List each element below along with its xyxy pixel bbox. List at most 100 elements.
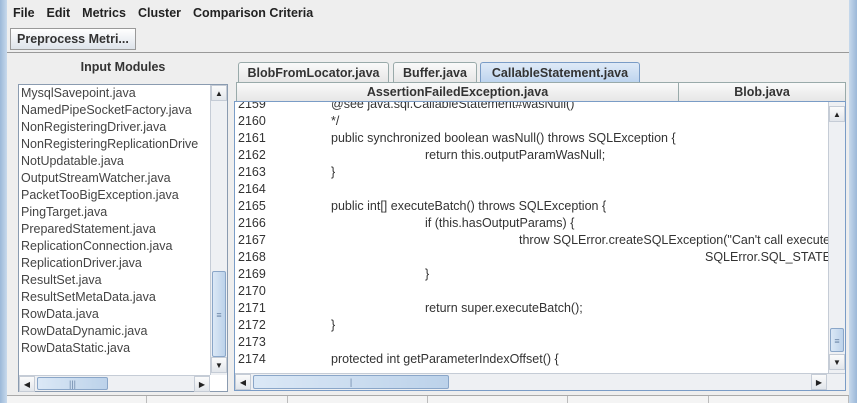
code-line: 2169} (235, 266, 828, 283)
code-text: @see java.sql.CallableStatement#wasNull(… (331, 102, 575, 111)
code-text: if (this.hasOutputParams) { (425, 216, 575, 230)
status-bar (7, 395, 849, 403)
line-number: 2161 (238, 131, 266, 145)
menu-cluster[interactable]: Cluster (138, 6, 181, 20)
code-line: 2159 @see java.sql.CallableStatement#was… (235, 102, 828, 113)
line-number: 2167 (238, 233, 266, 247)
line-number: 2168 (238, 250, 266, 264)
module-list-item[interactable]: RowData.java (19, 306, 211, 323)
code-text: public synchronized boolean wasNull() th… (331, 131, 676, 145)
code-line: 2168 SQLError.SQL_STATE_ILLEGAL_ARGUMENT)… (235, 249, 828, 266)
code-text: protected int getParameterIndexOffset() … (331, 352, 559, 366)
module-list-item[interactable]: RowDataDynamic.java (19, 323, 211, 340)
code-text: throw SQLError.createSQLException("Can't… (519, 233, 828, 247)
line-number: 2166 (238, 216, 266, 230)
line-number: 2170 (238, 284, 266, 298)
line-number: 2173 (238, 335, 266, 349)
menu-edit[interactable]: Edit (47, 6, 71, 20)
code-text: } (331, 165, 336, 179)
list-horizontal-scrollbar[interactable]: ◀ ||| ▶ (19, 375, 210, 392)
code-line: 2173 (235, 334, 828, 351)
line-number: 2160 (238, 114, 266, 128)
input-modules-list[interactable]: MysqlSavepoint.java NamedPipeSocketFactor… (18, 84, 228, 392)
status-cell (7, 396, 148, 403)
module-list-item[interactable]: NamedPipeSocketFactory.java (19, 102, 211, 119)
line-number: 2174 (238, 352, 266, 366)
code-line: 2164 (235, 181, 828, 198)
scroll-down-arrow-icon[interactable]: ▼ (211, 357, 227, 373)
scroll-thumb[interactable]: ≡ (830, 328, 844, 352)
module-list-item[interactable]: NonRegisteringDriver.java (19, 119, 211, 136)
line-number: 2163 (238, 165, 266, 179)
preprocess-metrics-button[interactable]: Preprocess Metri... (10, 28, 136, 50)
scroll-thumb[interactable]: | (253, 375, 449, 389)
code-line: 2174 protected int getParameterIndexOffse… (235, 351, 828, 368)
menu-metrics[interactable]: Metrics (82, 6, 126, 20)
tab-blob[interactable]: Blob.java (678, 82, 846, 102)
code-line: 2160 */ (235, 113, 828, 130)
tab-callablestatement[interactable]: CallableStatement.java (480, 62, 640, 83)
scroll-down-arrow-icon[interactable]: ▼ (829, 354, 845, 370)
code-viewer[interactable]: 2159 @see java.sql.CallableStatement#was… (234, 101, 846, 391)
scroll-right-arrow-icon[interactable]: ▶ (194, 376, 210, 392)
module-list-item[interactable]: OutputStreamWatcher.java (19, 170, 211, 187)
module-list-item[interactable]: ResultSetMetaData.java (19, 289, 211, 306)
line-number: 2159 (238, 102, 266, 111)
code-text: return this.outputParamWasNull; (425, 148, 606, 162)
scroll-up-arrow-icon[interactable]: ▲ (211, 85, 227, 101)
module-list-item[interactable]: MysqlSavepoint.java (19, 85, 211, 102)
menu-bar: File Edit Metrics Cluster Comparison Cri… (7, 0, 849, 26)
module-list-item[interactable]: PacketTooBigException.java (19, 187, 211, 204)
window-frame-left (0, 0, 7, 403)
module-list-item[interactable]: ResultSet.java (19, 272, 211, 289)
code-line: 2162 return this.outputParamWasNull; (235, 147, 828, 164)
module-list-item[interactable]: PingTarget.java (19, 204, 211, 221)
menu-comparison-criteria[interactable]: Comparison Criteria (193, 6, 313, 20)
code-text: public int[] executeBatch() throws SQLEx… (331, 199, 607, 213)
scroll-left-arrow-icon[interactable]: ◀ (235, 374, 251, 390)
code-line: 2170 (235, 283, 828, 300)
status-cell (287, 396, 428, 403)
status-cell (708, 396, 849, 403)
code-line: 2165 public int[] executeBatch() throws S… (235, 198, 828, 215)
code-text: } (331, 318, 336, 332)
scroll-left-arrow-icon[interactable]: ◀ (19, 376, 35, 392)
code-line: 2163} (235, 164, 828, 181)
scroll-thumb[interactable]: ||| (37, 377, 108, 390)
code-line: 2171 return super.executeBatch(); (235, 300, 828, 317)
menu-file[interactable]: File (13, 6, 35, 20)
toolbar: Preprocess Metri... (7, 26, 849, 53)
code-text: } (425, 267, 430, 281)
line-number: 2165 (238, 199, 266, 213)
code-line: 2167 throw SQLError.createSQLException("C… (235, 232, 828, 249)
list-vertical-scrollbar[interactable]: ▲ ≡ ▼ (210, 85, 227, 375)
line-number: 2162 (238, 148, 266, 162)
code-line: 2166 if (this.hasOutputParams) { (235, 215, 828, 232)
status-cell (568, 396, 709, 403)
module-list-item[interactable]: NonRegisteringReplicationDrive (19, 136, 211, 153)
code-text: SQLError.SQL_STATE_ILLEGAL_ARGUMENT); (705, 250, 828, 264)
code-text: */ (331, 114, 340, 128)
module-list-item[interactable]: NotUpdatable.java (19, 153, 211, 170)
line-number: 2172 (238, 318, 266, 332)
scroll-up-arrow-icon[interactable]: ▲ (829, 106, 845, 122)
line-number: 2171 (238, 301, 266, 315)
scroll-thumb[interactable]: ≡ (212, 271, 226, 357)
code-text: return super.executeBatch(); (425, 301, 583, 315)
module-list-item[interactable]: RowDataStatic.java (19, 340, 211, 357)
code-line: 2161 public synchronized boolean wasNull(… (235, 130, 828, 147)
window-frame-right (849, 0, 857, 403)
scroll-right-arrow-icon[interactable]: ▶ (811, 374, 827, 390)
module-list-item[interactable]: PreparedStatement.java (19, 221, 211, 238)
code-vertical-scrollbar[interactable]: ▲ ≡ ▼ (828, 102, 845, 374)
tab-blobfromlocator[interactable]: BlobFromLocator.java (238, 62, 389, 83)
status-cell (147, 396, 288, 403)
tab-buffer[interactable]: Buffer.java (393, 62, 477, 83)
line-number: 2164 (238, 182, 266, 196)
line-number: 2169 (238, 267, 266, 281)
module-list-item[interactable]: ReplicationDriver.java (19, 255, 211, 272)
code-horizontal-scrollbar[interactable]: ◀ | ▶ (235, 373, 845, 390)
status-cell (427, 396, 569, 403)
module-list-item[interactable]: ReplicationConnection.java (19, 238, 211, 255)
tab-assertionfailedexception[interactable]: AssertionFailedException.java (236, 82, 679, 102)
